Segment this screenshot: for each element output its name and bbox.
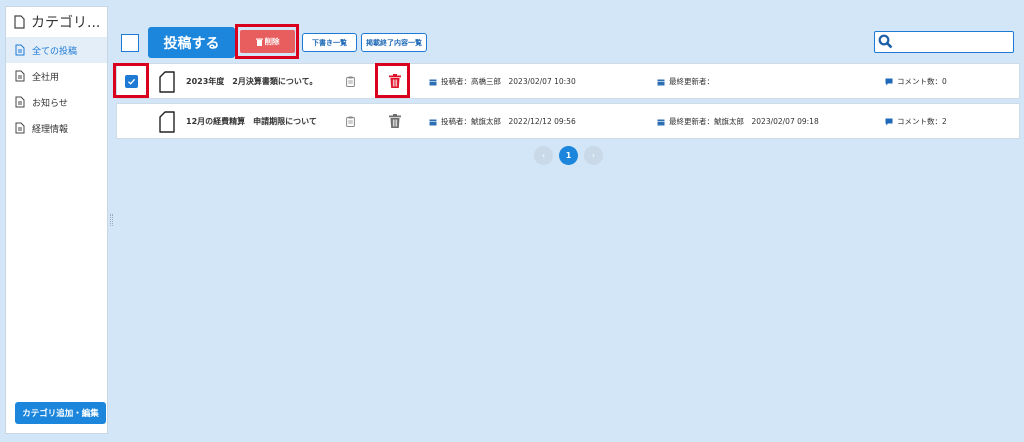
- post-author-meta: 投稿者：高橋三郎 2023/02/07 10:30: [429, 76, 576, 87]
- sidebar-item-label: お知らせ: [32, 98, 68, 109]
- select-all-checkbox[interactable]: [121, 34, 139, 52]
- search-box: [874, 31, 1014, 53]
- sidebar-item-accounting[interactable]: 経理情報: [6, 115, 107, 141]
- sidebar-resize-handle[interactable]: [110, 214, 113, 226]
- sidebar-header: カテゴリ...: [6, 7, 107, 37]
- page-button-current[interactable]: 1: [559, 146, 578, 165]
- clipboard-icon[interactable]: [346, 116, 355, 127]
- calendar-icon: [429, 79, 437, 85]
- search-icon: [878, 34, 893, 49]
- sidebar-item-label: 経理情報: [32, 124, 69, 135]
- post-comments-meta: コメント数：0: [885, 76, 947, 87]
- comment-icon: [885, 118, 893, 125]
- search-input[interactable]: [895, 34, 1009, 49]
- document-icon: [159, 111, 175, 133]
- next-page-button[interactable]: ›: [584, 146, 603, 165]
- sidebar-item-label: 全社用: [32, 72, 60, 83]
- document-icon: [14, 15, 25, 29]
- post-updater: 最終更新者：: [669, 77, 714, 86]
- trash-icon[interactable]: [389, 114, 401, 128]
- clipboard-icon[interactable]: [346, 76, 355, 87]
- drafts-list-button[interactable]: 下書き一覧: [302, 33, 357, 52]
- post-author-meta: 投稿者：鯱旗太郎 2022/12/12 09:56: [429, 116, 576, 127]
- category-sidebar: カテゴリ... 全ての投稿 全社用 お知らせ 経理情報 カテゴリ追加・編集: [5, 6, 108, 434]
- trash-highlight: [375, 63, 410, 98]
- calendar-icon: [657, 79, 665, 85]
- post-author: 投稿者：鯱旗太郎 2022/12/12 09:56: [441, 117, 576, 126]
- post-title[interactable]: 2023年度 2月決算書類について。: [186, 76, 317, 87]
- delete-button[interactable]: 削除: [240, 30, 295, 53]
- file-text-icon: [15, 70, 25, 82]
- post-updater: 最終更新者：鯱旗太郎 2023/02/07 09:18: [669, 117, 819, 126]
- post-updater-meta: 最終更新者：: [657, 76, 714, 87]
- post-title[interactable]: 12月の経費精算 申請期限について: [186, 116, 317, 127]
- sidebar-title: カテゴリ...: [31, 15, 101, 31]
- sidebar-item-notices[interactable]: お知らせ: [6, 89, 107, 115]
- post-comment-count[interactable]: コメント数：2: [897, 116, 947, 127]
- sidebar-item-label: 全ての投稿: [32, 46, 78, 57]
- post-row[interactable]: 2023年度 2月決算書類について。 投稿者：高橋三郎 2023/02/07 1…: [116, 63, 1020, 99]
- post-row[interactable]: 12月の経費精算 申請期限について 投稿者：鯱旗太郎 2022/12/12 09…: [116, 103, 1020, 139]
- document-icon: [159, 71, 175, 93]
- expired-list-button[interactable]: 掲載終了内容一覧: [361, 33, 427, 52]
- category-edit-button[interactable]: カテゴリ追加・編集: [15, 402, 106, 424]
- sidebar-item-company[interactable]: 全社用: [6, 63, 107, 89]
- calendar-icon: [657, 119, 665, 125]
- file-text-icon: [15, 122, 25, 134]
- post-updater-meta: 最終更新者：鯱旗太郎 2023/02/07 09:18: [657, 116, 819, 127]
- file-text-icon: [15, 96, 25, 108]
- prev-page-button[interactable]: ‹: [534, 146, 553, 165]
- file-text-icon: [15, 44, 25, 56]
- post-comment-count[interactable]: コメント数：0: [897, 76, 947, 87]
- post-button[interactable]: 投稿する: [148, 27, 235, 58]
- delete-label: 削除: [264, 37, 280, 46]
- post-comments-meta: コメント数：2: [885, 116, 947, 127]
- trash-icon: [255, 38, 263, 46]
- sidebar-item-all-posts[interactable]: 全ての投稿: [6, 37, 107, 63]
- calendar-icon: [429, 119, 437, 125]
- comment-icon: [885, 78, 893, 85]
- post-author: 投稿者：高橋三郎 2023/02/07 10:30: [441, 77, 576, 86]
- checkbox-highlight: [113, 63, 149, 98]
